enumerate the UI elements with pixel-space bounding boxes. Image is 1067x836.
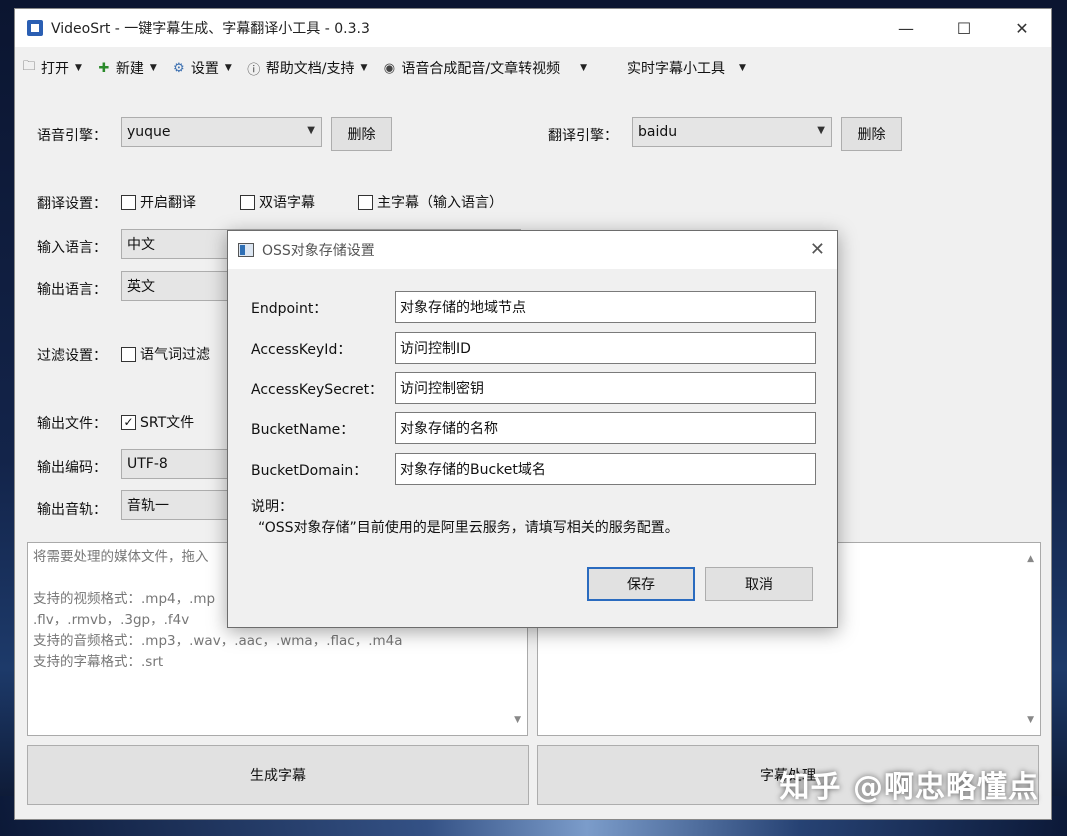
cancel-button[interactable]: 取消 <box>705 567 813 601</box>
filter-checkbox[interactable]: 语气词过滤 <box>121 344 210 364</box>
audio-formats-line: 支持的音频格式：.mp3，.wav，.aac，.wma，.flac，.m4a <box>33 633 403 649</box>
output-file-label: 输出文件： <box>37 416 107 432</box>
close-button[interactable]: ✕ <box>993 9 1051 47</box>
access-key-id-input[interactable]: 访问控制ID <box>395 332 816 364</box>
menu-realtime-label: 实时字幕小工具 <box>627 61 726 77</box>
dropdown-arrow-icon: ▼ <box>580 63 588 73</box>
maximize-button[interactable]: ☐ <box>935 9 993 47</box>
delete-translate-engine-button[interactable]: 删除 <box>841 117 902 151</box>
dropdown-arrow-icon: ▼ <box>149 63 157 73</box>
checkbox-icon <box>121 346 136 362</box>
info-icon: ⓘ <box>247 62 261 78</box>
main-subtitle-checkbox[interactable]: 主字幕（输入语言） <box>358 192 503 212</box>
output-language-value: 英文 <box>127 279 155 295</box>
bucket-domain-label: BucketDomain： <box>251 463 368 479</box>
output-language-label: 输出语言： <box>37 282 107 298</box>
menu-tts[interactable]: ◉ 语音合成配音/文章转视频 ▼ <box>381 58 587 78</box>
srt-file-label: SRT文件 <box>140 415 195 431</box>
access-key-secret-input[interactable]: 访问控制密钥 <box>395 372 816 404</box>
window-title: VideoSrt - 一键字幕生成、字幕翻译小工具 - 0.3.3 <box>51 21 370 37</box>
generate-subtitles-button[interactable]: 生成字幕 <box>27 745 529 805</box>
menu-open[interactable]: 🗀 打开 ▼ <box>21 58 82 78</box>
folder-icon: 🗀 <box>22 59 36 74</box>
bucket-name-input[interactable]: 对象存储的名称 <box>395 412 816 444</box>
scroll-up-icon[interactable]: ▲ <box>1027 549 1034 570</box>
bucket-domain-input[interactable]: 对象存储的Bucket域名 <box>395 453 816 485</box>
subtitle-formats-line: 支持的字幕格式：.srt <box>33 654 164 670</box>
bilingual-label: 双语字幕 <box>259 195 315 211</box>
gear-icon: ⚙ <box>173 60 185 76</box>
access-key-secret-label: AccessKeySecret： <box>251 382 384 398</box>
srt-file-checkbox[interactable]: ✓ SRT文件 <box>121 412 194 432</box>
input-language-label: 输入语言： <box>37 240 107 256</box>
endpoint-label: Endpoint： <box>251 301 328 317</box>
enable-translate-checkbox[interactable]: 开启翻译 <box>121 192 196 212</box>
dropdown-arrow-icon: ▼ <box>224 63 232 73</box>
audio-icon: ◉ <box>383 60 396 76</box>
speech-engine-select[interactable]: yuque ▼ <box>121 117 322 147</box>
checkmark-icon: ✓ <box>121 414 136 430</box>
output-encoding-label: 输出编码： <box>37 460 107 476</box>
scroll-down-icon[interactable]: ▼ <box>1027 710 1034 731</box>
dialog-title: OSS对象存储设置 <box>262 243 375 259</box>
output-track-value: 音轨一 <box>127 498 169 514</box>
main-subtitle-label: 主字幕（输入语言） <box>377 195 503 211</box>
enable-translate-label: 开启翻译 <box>140 195 196 211</box>
output-encoding-value: UTF-8 <box>127 456 168 472</box>
menu-realtime[interactable]: 实时字幕小工具 ▼ <box>627 58 746 78</box>
scroll-down-icon[interactable]: ▼ <box>514 710 521 731</box>
dropdown-arrow-icon: ▼ <box>75 63 82 73</box>
save-button[interactable]: 保存 <box>587 567 695 601</box>
access-key-id-label: AccessKeyId： <box>251 342 352 358</box>
endpoint-input[interactable]: 对象存储的地域节点 <box>395 291 816 323</box>
input-language-value: 中文 <box>127 237 155 253</box>
add-icon: ✚ <box>98 60 110 76</box>
translate-engine-select[interactable]: baidu ▼ <box>632 117 832 147</box>
access-key-secret-value: 访问控制密钥 <box>400 381 484 397</box>
bilingual-checkbox[interactable]: 双语字幕 <box>240 192 315 212</box>
note-text: “OSS对象存储”目前使用的是阿里云服务，请填写相关的服务配置。 <box>258 520 679 536</box>
translate-settings-label: 翻译设置： <box>37 196 107 212</box>
chevron-down-icon: ▼ <box>307 125 315 136</box>
window-icon <box>238 243 254 257</box>
menu-settings[interactable]: ⚙ 设置 ▼ <box>171 58 232 78</box>
menu-new-label: 新建 <box>115 61 144 77</box>
dialog-close-icon[interactable]: ✕ <box>810 239 825 260</box>
speech-engine-value: yuque <box>127 124 171 140</box>
checkbox-icon <box>121 194 136 210</box>
menu-new[interactable]: ✚ 新建 ▼ <box>96 58 157 78</box>
oss-settings-dialog: OSS对象存储设置 ✕ Endpoint： 对象存储的地域节点 AccessKe… <box>227 230 838 628</box>
translate-engine-value: baidu <box>638 124 678 140</box>
menu-tts-label: 语音合成配音/文章转视频 <box>401 61 561 77</box>
checkbox-icon <box>240 194 255 210</box>
dropdown-arrow-icon: ▼ <box>360 63 368 73</box>
minimize-button[interactable]: — <box>877 9 935 47</box>
chevron-down-icon: ▼ <box>817 125 825 136</box>
dialog-title-bar: OSS对象存储设置 ✕ <box>228 231 837 269</box>
bucket-name-label: BucketName： <box>251 422 355 438</box>
access-key-id-value: 访问控制ID <box>400 341 471 357</box>
menu-help[interactable]: ⓘ 帮助文档/支持 ▼ <box>246 58 368 78</box>
menu-bar: 🗀 打开 ▼ ✚ 新建 ▼ ⚙ 设置 ▼ ⓘ 帮助文档/支持 ▼ ◉ 语音合成配… <box>15 47 1051 89</box>
menu-help-label: 帮助文档/支持 <box>265 61 355 77</box>
app-icon <box>27 20 43 36</box>
bucket-domain-value: 对象存储的Bucket域名 <box>400 462 546 478</box>
filter-option-label: 语气词过滤 <box>140 347 210 363</box>
menu-settings-label: 设置 <box>190 61 219 77</box>
output-track-label: 输出音轨： <box>37 502 107 518</box>
endpoint-value: 对象存储的地域节点 <box>400 300 526 316</box>
watermark-text: 知乎 @啊忠略懂点 <box>779 770 1039 805</box>
checkbox-icon <box>358 194 373 210</box>
filter-settings-label: 过滤设置： <box>37 348 107 364</box>
speech-engine-label: 语音引擎： <box>37 128 107 144</box>
dropdown-arrow-icon: ▼ <box>739 63 746 73</box>
delete-speech-engine-button[interactable]: 删除 <box>331 117 392 151</box>
title-bar: VideoSrt - 一键字幕生成、字幕翻译小工具 - 0.3.3 — ☐ ✕ <box>15 9 1051 47</box>
note-title: 说明： <box>251 499 293 515</box>
bucket-name-value: 对象存储的名称 <box>400 421 498 437</box>
translate-engine-label: 翻译引擎： <box>548 128 618 144</box>
menu-open-label: 打开 <box>41 61 69 77</box>
